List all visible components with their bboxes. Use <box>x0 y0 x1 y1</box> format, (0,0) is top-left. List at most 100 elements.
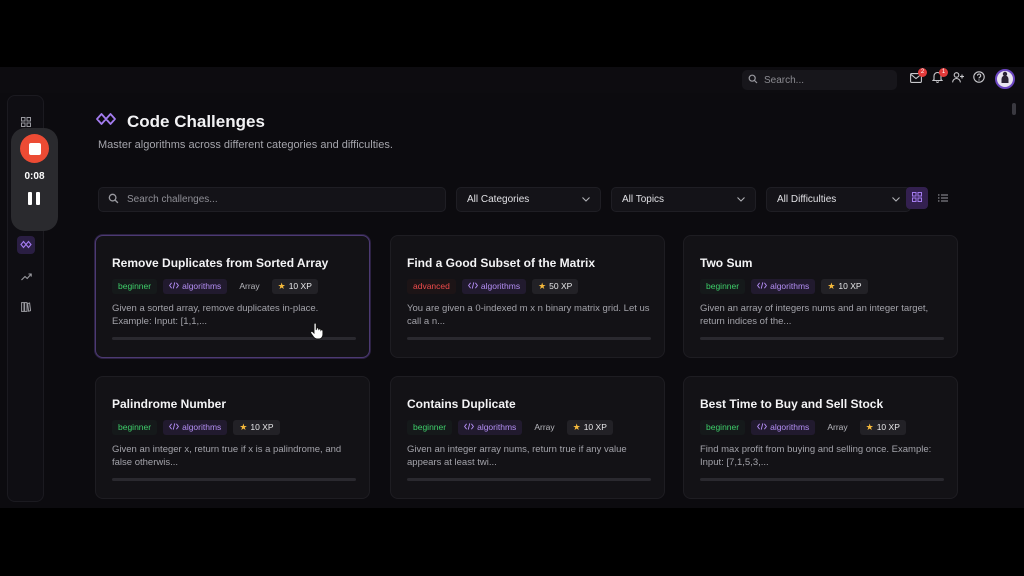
mail-badge: 2 <box>918 68 927 77</box>
topic-select[interactable]: All Topics <box>611 187 756 212</box>
star-icon: ★ <box>572 422 581 432</box>
challenge-title: Two Sum <box>700 256 753 270</box>
notifications-badge: 1 <box>939 68 948 77</box>
stop-icon <box>28 142 41 155</box>
challenge-card[interactable]: Best Time to Buy and Sell Stock beginner a… <box>683 376 958 499</box>
code-icon <box>757 420 768 435</box>
xp-badge: ★ 10 XP <box>566 420 613 435</box>
challenge-card[interactable]: Contains Duplicate beginner algorithms Arra… <box>390 376 665 499</box>
difficulty-badge: beginner <box>700 279 746 294</box>
screen-recorder: 0:08 <box>11 128 58 231</box>
pause-icon <box>28 192 32 205</box>
search-icon <box>748 71 758 89</box>
topic-select-value: All Topics <box>622 194 665 205</box>
search-icon <box>108 191 119 209</box>
hand-pointer-cursor-icon <box>310 322 324 345</box>
difficulty-badge: advanced <box>407 279 456 294</box>
chevron-down-icon <box>582 194 590 205</box>
help-button[interactable] <box>972 71 986 86</box>
sidebar-item-challenges[interactable] <box>17 236 35 254</box>
challenge-card[interactable]: Palindrome Number beginner algorithms ★ 10 X… <box>95 376 370 499</box>
difficulty-badge: beginner <box>407 420 453 435</box>
category-label: algorithms <box>477 422 517 432</box>
xp-label: 10 XP <box>876 422 900 432</box>
challenge-card[interactable]: Remove Duplicates from Sorted Array begin… <box>95 235 370 358</box>
challenge-search-placeholder: Search challenges... <box>127 194 218 205</box>
add-friend-button[interactable] <box>951 72 965 86</box>
page-subtitle: Master algorithms across different categ… <box>98 139 393 151</box>
sidebar-item-progress[interactable] <box>17 268 35 286</box>
recording-time: 0:08 <box>24 171 45 182</box>
category-badge: algorithms <box>163 279 228 294</box>
category-badge: algorithms <box>461 279 527 294</box>
difficulty-badge: beginner <box>700 420 746 435</box>
xp-badge: ★ 10 XP <box>271 279 318 294</box>
category-select-value: All Categories <box>467 194 530 205</box>
difficulty-badge: beginner <box>112 420 158 435</box>
xp-badge: ★ 50 XP <box>532 279 579 294</box>
user-plus-icon <box>952 70 964 88</box>
star-icon: ★ <box>827 281 836 291</box>
category-badge: algorithms <box>458 420 523 435</box>
app-screen: Search... 2 1 Code Challenges Master alg… <box>0 67 1024 508</box>
avatar-figure-icon <box>1000 70 1010 88</box>
grid-view-button[interactable] <box>906 187 928 209</box>
category-label: algorithms <box>770 422 810 432</box>
code-icon <box>169 420 180 435</box>
star-icon: ★ <box>865 422 874 432</box>
book-icon <box>21 299 32 317</box>
category-badge: algorithms <box>751 279 816 294</box>
avatar[interactable] <box>995 69 1015 89</box>
difficulty-select-value: All Difficulties <box>777 194 837 205</box>
grid-icon <box>912 189 922 207</box>
stop-recording-button[interactable] <box>20 134 49 163</box>
view-toggle <box>906 187 958 212</box>
xp-label: 10 XP <box>583 422 607 432</box>
progress-bar <box>700 478 944 481</box>
category-label: algorithms <box>770 281 810 291</box>
topic-badge: Array <box>239 281 260 291</box>
xp-badge: ★ 10 XP <box>859 420 906 435</box>
xp-label: 10 XP <box>250 422 274 432</box>
challenge-title: Find a Good Subset of the Matrix <box>407 256 596 270</box>
progress-bar <box>700 337 944 340</box>
star-icon: ★ <box>538 281 547 291</box>
challenge-card[interactable]: Find a Good Subset of the Matrix advanced… <box>390 235 665 358</box>
global-search-input[interactable]: Search... <box>742 70 897 90</box>
scrollbar[interactable] <box>1011 97 1017 497</box>
topic-badge: Array <box>534 422 555 432</box>
progress-bar <box>407 337 651 340</box>
category-label: algorithms <box>182 422 222 432</box>
challenge-description: You are given a 0-indexed m x n binary m… <box>407 303 650 327</box>
main-content: Code Challenges Master algorithms across… <box>52 95 1012 508</box>
sidebar-item-library[interactable] <box>17 299 35 317</box>
challenge-title: Palindrome Number <box>112 397 227 411</box>
category-select[interactable]: All Categories <box>456 187 601 212</box>
category-label: algorithms <box>182 281 222 291</box>
xp-badge: ★ 10 XP <box>233 420 280 435</box>
category-badge: algorithms <box>751 420 816 435</box>
xp-label: 10 XP <box>288 281 312 291</box>
top-bar: Search... 2 1 <box>0 67 1024 93</box>
challenge-search-input[interactable]: Search challenges... <box>98 187 446 212</box>
challenge-description: Find max profit from buying and selling … <box>700 444 932 468</box>
challenge-tags: beginner algorithms Array ★ 10 XP <box>407 420 613 435</box>
star-icon: ★ <box>239 422 248 432</box>
notifications-button[interactable]: 1 <box>930 68 948 86</box>
pause-recording-button[interactable] <box>27 192 41 208</box>
trending-up-icon <box>20 268 32 286</box>
star-icon: ★ <box>277 281 286 291</box>
code-icon <box>464 420 475 435</box>
xp-badge: ★ 10 XP <box>821 279 868 294</box>
scrollbar-thumb[interactable] <box>1012 103 1016 115</box>
difficulty-select[interactable]: All Difficulties <box>766 187 911 212</box>
progress-bar <box>112 478 356 481</box>
category-badge: algorithms <box>163 420 228 435</box>
code-icon <box>169 279 180 294</box>
puzzle-icon <box>95 111 119 132</box>
challenge-card[interactable]: Two Sum beginner algorithms ★ 10 XP Given an … <box>683 235 958 358</box>
list-view-button[interactable] <box>932 187 954 209</box>
challenge-tags: beginner algorithms Array ★ 10 XP <box>700 420 906 435</box>
list-icon <box>938 189 948 207</box>
mail-button[interactable]: 2 <box>909 68 927 86</box>
